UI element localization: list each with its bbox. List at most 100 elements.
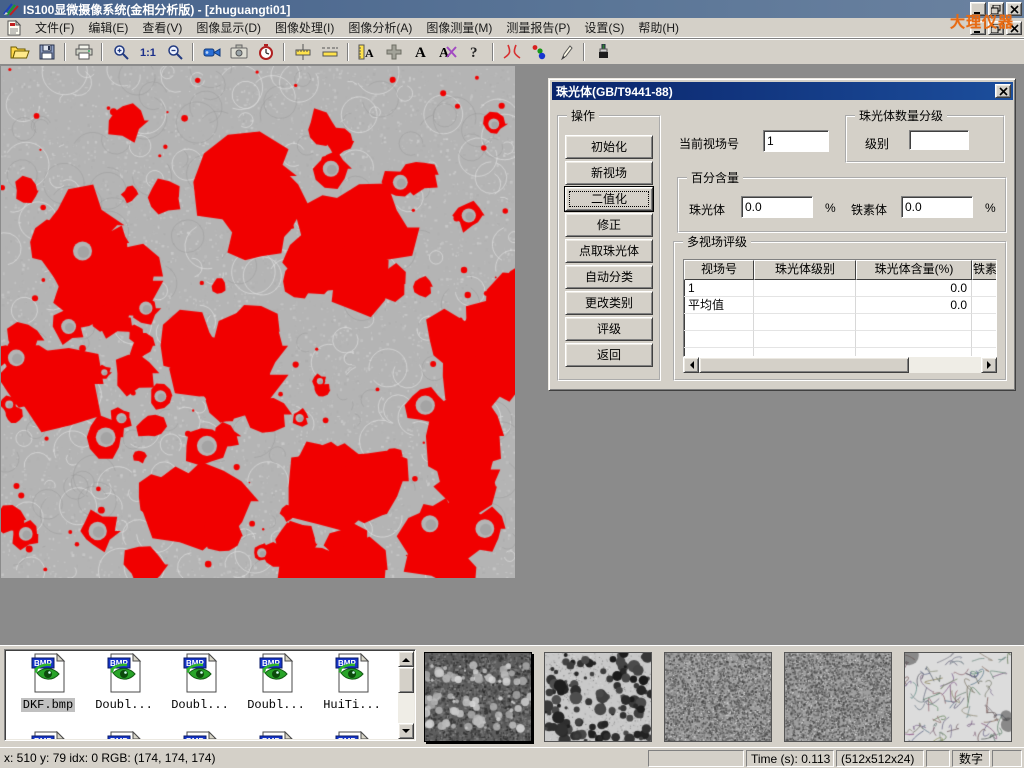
file-item[interactable]: BMP bbox=[316, 731, 388, 739]
grade-input[interactable] bbox=[909, 130, 969, 150]
dialog-title-bar[interactable]: 珠光体(GB/T9441-88) bbox=[552, 82, 1013, 100]
file-item[interactable]: BMPDKF.bmp bbox=[12, 653, 84, 712]
menu-item-2[interactable]: 编辑(E) bbox=[81, 17, 135, 38]
menu-item-3[interactable]: 查看(V) bbox=[135, 17, 189, 38]
scroll-down-button[interactable] bbox=[398, 723, 414, 739]
menu-item-6[interactable]: 图像分析(A) bbox=[341, 17, 419, 38]
help-icon[interactable]: ? bbox=[461, 41, 488, 63]
percent-group-label: 百分含量 bbox=[687, 171, 743, 185]
zoom-out-icon[interactable] bbox=[161, 41, 188, 63]
actual-size-icon[interactable]: 1:1 bbox=[134, 41, 161, 63]
file-item[interactable]: BMP bbox=[240, 731, 312, 739]
table-cell bbox=[754, 297, 856, 314]
menu-item-1[interactable]: 文件(F) bbox=[28, 17, 81, 38]
operations-group-label: 操作 bbox=[567, 109, 599, 123]
table-header[interactable]: 铁素体含量(%) bbox=[972, 260, 997, 280]
grid-cross-icon[interactable] bbox=[380, 41, 407, 63]
table-row[interactable] bbox=[684, 348, 996, 357]
picker-pen-icon[interactable] bbox=[552, 41, 579, 63]
zoom-in-icon[interactable] bbox=[107, 41, 134, 63]
file-item[interactable]: BMPDoubl... bbox=[88, 653, 160, 712]
file-item[interactable]: BMPHuiTi... bbox=[316, 653, 388, 712]
ferrite-percent-input[interactable] bbox=[901, 196, 973, 218]
status-time-panel: Time (s): 0.113 bbox=[746, 750, 834, 767]
table-row[interactable]: 10.0 bbox=[684, 280, 996, 297]
caliper-ruler-icon[interactable] bbox=[289, 41, 316, 63]
rating-table-hscrollbar[interactable] bbox=[683, 357, 997, 373]
pearlite-percent-input[interactable] bbox=[741, 196, 813, 218]
menu-item-8[interactable]: 测量报告(P) bbox=[499, 17, 577, 38]
ruler-text-icon[interactable]: A bbox=[353, 41, 380, 63]
file-name: Doubl... bbox=[245, 698, 307, 712]
toolbar-separator bbox=[101, 43, 103, 61]
timer-icon[interactable] bbox=[252, 41, 279, 63]
current-field-input[interactable] bbox=[763, 130, 829, 152]
table-row[interactable]: 平均值0.0 bbox=[684, 297, 996, 314]
brush-icon[interactable] bbox=[589, 41, 616, 63]
micrograph-thumbnail[interactable] bbox=[424, 652, 532, 742]
table-cell bbox=[972, 297, 997, 314]
count-points-icon[interactable] bbox=[525, 41, 552, 63]
op-button-7[interactable]: 更改类别 bbox=[565, 291, 653, 315]
file-item[interactable]: BMP Doubl... bbox=[240, 653, 312, 712]
op-button-4[interactable]: 修正 bbox=[565, 213, 653, 237]
menu-item-5[interactable]: 图像处理(I) bbox=[268, 17, 341, 38]
rating-table[interactable]: 视场号珠光体级别珠光体含量(%)铁素体含量(%)10.0平均值0.0 bbox=[683, 259, 997, 357]
micrograph-thumbnail[interactable] bbox=[664, 652, 772, 742]
table-header[interactable]: 视场号 bbox=[684, 260, 754, 280]
text-icon[interactable]: A bbox=[407, 41, 434, 63]
table-cell bbox=[972, 280, 997, 297]
op-button-1[interactable]: 初始化 bbox=[565, 135, 653, 159]
menu-item-9[interactable]: 设置(S) bbox=[577, 17, 631, 38]
file-item[interactable]: BMP bbox=[88, 731, 160, 739]
menu-item-4[interactable]: 图像显示(D) bbox=[189, 17, 268, 38]
curve-tool-icon[interactable] bbox=[498, 41, 525, 63]
op-button-3[interactable]: 二值化 bbox=[565, 187, 653, 211]
table-row[interactable] bbox=[684, 331, 996, 348]
table-row[interactable] bbox=[684, 314, 996, 331]
scroll-right-button[interactable] bbox=[981, 357, 997, 373]
micrograph-thumbnail[interactable] bbox=[904, 652, 1012, 742]
file-item[interactable]: BMP bbox=[164, 731, 236, 739]
photo-camera-icon[interactable] bbox=[225, 41, 252, 63]
print-icon[interactable] bbox=[70, 41, 97, 63]
table-header[interactable]: 珠光体含量(%) bbox=[856, 260, 972, 280]
video-camera-icon[interactable] bbox=[198, 41, 225, 63]
scroll-thumb[interactable] bbox=[398, 667, 414, 693]
file-item[interactable]: BMP bbox=[12, 731, 84, 739]
status-empty-panel bbox=[926, 750, 950, 767]
scroll-thumb[interactable] bbox=[699, 357, 909, 373]
micrograph-thumbnail[interactable] bbox=[784, 652, 892, 742]
text-delete-icon[interactable]: A bbox=[434, 41, 461, 63]
op-button-5[interactable]: 点取珠光体 bbox=[565, 239, 653, 263]
metallograph-image[interactable] bbox=[1, 66, 515, 578]
bmp-file-icon: BMP bbox=[181, 682, 219, 696]
svg-text:BMP: BMP bbox=[110, 737, 128, 739]
file-browser: BMPDKF.bmpBMPDoubl...BMPDoubl...BMPDoubl… bbox=[4, 649, 416, 741]
table-header[interactable]: 珠光体级别 bbox=[754, 260, 856, 280]
dashed-ruler-icon[interactable] bbox=[316, 41, 343, 63]
op-button-6[interactable]: 自动分类 bbox=[565, 265, 653, 289]
scroll-up-button[interactable] bbox=[398, 651, 414, 667]
dialog-close-button[interactable] bbox=[995, 84, 1011, 98]
op-button-8[interactable]: 评级 bbox=[565, 317, 653, 341]
menu-item-7[interactable]: 图像测量(M) bbox=[419, 17, 499, 38]
scroll-left-button[interactable] bbox=[683, 357, 699, 373]
file-list-vscrollbar[interactable] bbox=[398, 651, 414, 739]
toolbar: 1:1AAA? bbox=[0, 38, 1024, 64]
op-button-2[interactable]: 新视场 bbox=[565, 161, 653, 185]
document-icon[interactable] bbox=[0, 20, 28, 36]
ferrite-label: 铁素体 bbox=[851, 201, 887, 218]
menu-item-10[interactable]: 帮助(H) bbox=[631, 17, 686, 38]
bmp-file-icon: BMP bbox=[257, 682, 295, 696]
window-title: IS100显微摄像系统(金相分析版) - [zhuguangti01] bbox=[19, 1, 290, 18]
toolbar-separator bbox=[192, 43, 194, 61]
table-cell: 平均值 bbox=[684, 297, 754, 314]
table-cell bbox=[754, 348, 856, 357]
file-item[interactable]: BMPDoubl... bbox=[164, 653, 236, 712]
open-icon[interactable] bbox=[6, 41, 33, 63]
save-icon[interactable] bbox=[33, 41, 60, 63]
bmp-file-icon: BMP bbox=[333, 682, 371, 696]
micrograph-thumbnail[interactable] bbox=[544, 652, 652, 742]
op-button-9[interactable]: 返回 bbox=[565, 343, 653, 367]
